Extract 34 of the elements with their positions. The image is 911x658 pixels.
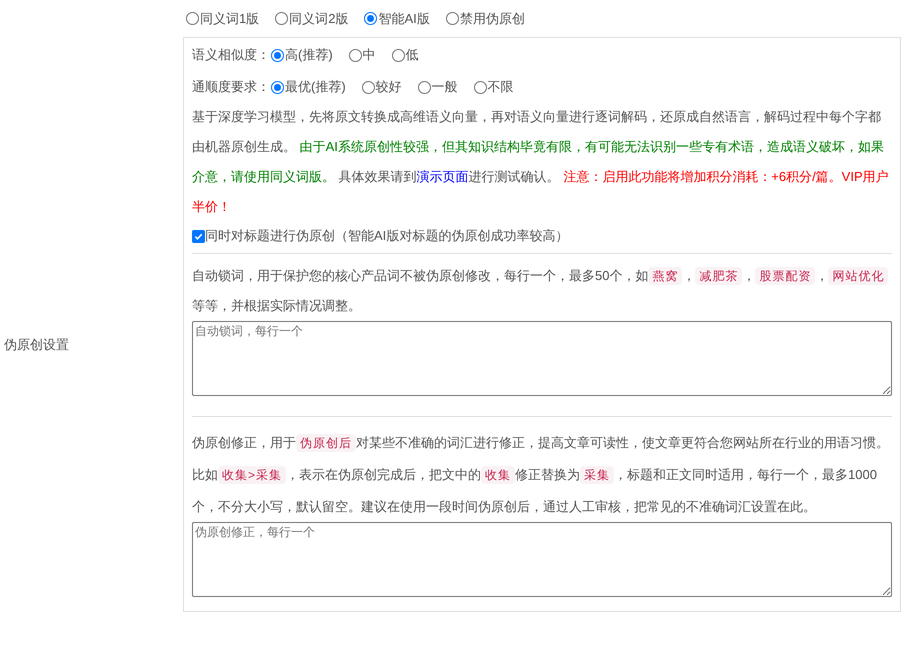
radio-button[interactable] [392,48,405,62]
radio-button[interactable] [446,12,459,25]
radio-button[interactable] [186,12,199,25]
radio-option[interactable]: 中 [348,45,376,65]
radio-button[interactable] [474,80,487,94]
radio-button[interactable] [348,48,362,62]
radio-option[interactable]: 不限 [474,77,514,97]
radio-button[interactable] [271,80,284,94]
radio-button[interactable] [271,48,284,62]
radio-button[interactable] [362,80,375,94]
radio-option[interactable]: 同义词2版 [275,8,348,28]
correction-field[interactable]: 伪原创修正，每行一个 [192,522,892,597]
checkbox[interactable] [192,230,205,242]
demo-page-link[interactable]: 演示页面 [416,169,469,184]
correction-description: 伪原创修正，用于 伪原创后 对某些不准确的词汇进行修正，提高文章可读性，使文章更符合您网站所在行业的用语习惯。比如 收集>采集 ，表示在伪原创完成后，把文中的 收集 修正替换为 采集 ，标题和正文同时适用，每行一个，最多1000个，不分大小写，默认留空。建议在使用一段时间伪原创后，通过人工审核，把常见的不准确词汇设置在此。 [192,433,890,516]
radio-option[interactable]: 最优(推荐) [271,77,346,97]
radio-option[interactable]: 一般 [418,77,458,97]
radio-button[interactable] [418,80,431,94]
checkmark-icon [194,232,203,240]
description-text: 基于深度学习模型，先将原文转换成高维语义向量，再对语义向量进行逐词解码，还原成自然语言，解码过程中每个字都由机器原创生成。 由于AI系统原创性较强，但其知识结构毕竟有限，有可能无法识别一些专有术语，造成语义破坏，如果介意，请使用同义词版。 具体效果请到演示页面进行测试确认。 注意：启用此功能将增加积分消耗：+6积分/篇。VIP用户半价！ [192,108,890,216]
radio-button[interactable] [364,12,378,25]
section-label: 伪原创设置 [3,336,69,354]
option-label: 通顺度要求： [192,78,270,96]
lock-words-field[interactable]: 自动锁词，每行一个 [192,321,892,396]
radio-button[interactable] [275,12,288,25]
radio-option[interactable]: 智能AI版 [364,8,430,28]
radio-option[interactable]: 高(推荐) [271,45,333,65]
option-label: 语义相似度： [192,46,270,64]
radio-option[interactable]: 同义词1版 [186,8,260,28]
title-checkbox-option[interactable]: 同时对标题进行伪原创（智能AI版对标题的伪原创成功率较高） [192,222,892,250]
lock-words-description: 自动锁词，用于保护您的核心产品词不被伪原创修改，每行一个，最多50个，如 燕窝 ， 减肥茶 ， 股票配资 ， 网站优化 等等，并根据实际情况调整。 [192,261,892,321]
radio-option[interactable]: 禁用伪原创 [446,8,525,28]
radio-option[interactable]: 低 [392,45,419,65]
radio-option[interactable]: 较好 [362,77,402,97]
